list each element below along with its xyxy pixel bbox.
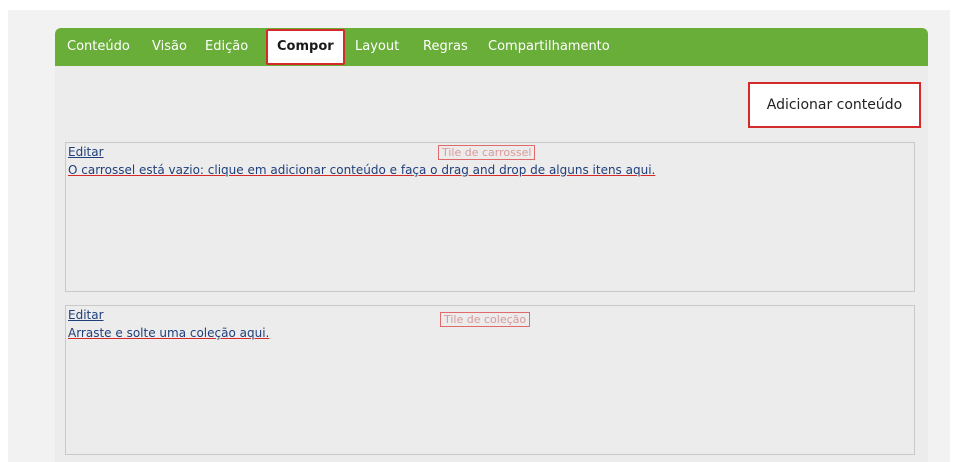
tab-layout[interactable]: Layout xyxy=(355,28,399,66)
collection-drop-message: Arraste e solte uma coleção aqui. xyxy=(68,326,270,340)
carousel-tile-title: Tile de carrossel xyxy=(438,145,536,160)
tab-edicao[interactable]: Edição xyxy=(205,28,248,66)
collection-tile: Editar Tile de coleção Arraste e solte u… xyxy=(65,305,915,455)
collection-tile-title: Tile de coleção xyxy=(440,312,531,327)
carousel-empty-message: O carrossel está vazio: clique em adicio… xyxy=(68,163,656,177)
carousel-edit-link[interactable]: Editar xyxy=(68,145,104,159)
tab-conteudo[interactable]: Conteúdo xyxy=(67,28,130,66)
collection-edit-link[interactable]: Editar xyxy=(68,308,104,322)
tab-compor[interactable]: Compor xyxy=(266,29,345,65)
add-content-button[interactable]: Adicionar conteúdo xyxy=(748,82,921,128)
tab-compartilhamento[interactable]: Compartilhamento xyxy=(488,28,610,66)
tab-visao[interactable]: Visão xyxy=(152,28,187,66)
carousel-tile: Editar Tile de carrossel O carrossel est… xyxy=(65,142,915,292)
tab-bar: Conteúdo Visão Edição Compor Layout Regr… xyxy=(55,28,928,66)
tab-regras[interactable]: Regras xyxy=(423,28,468,66)
